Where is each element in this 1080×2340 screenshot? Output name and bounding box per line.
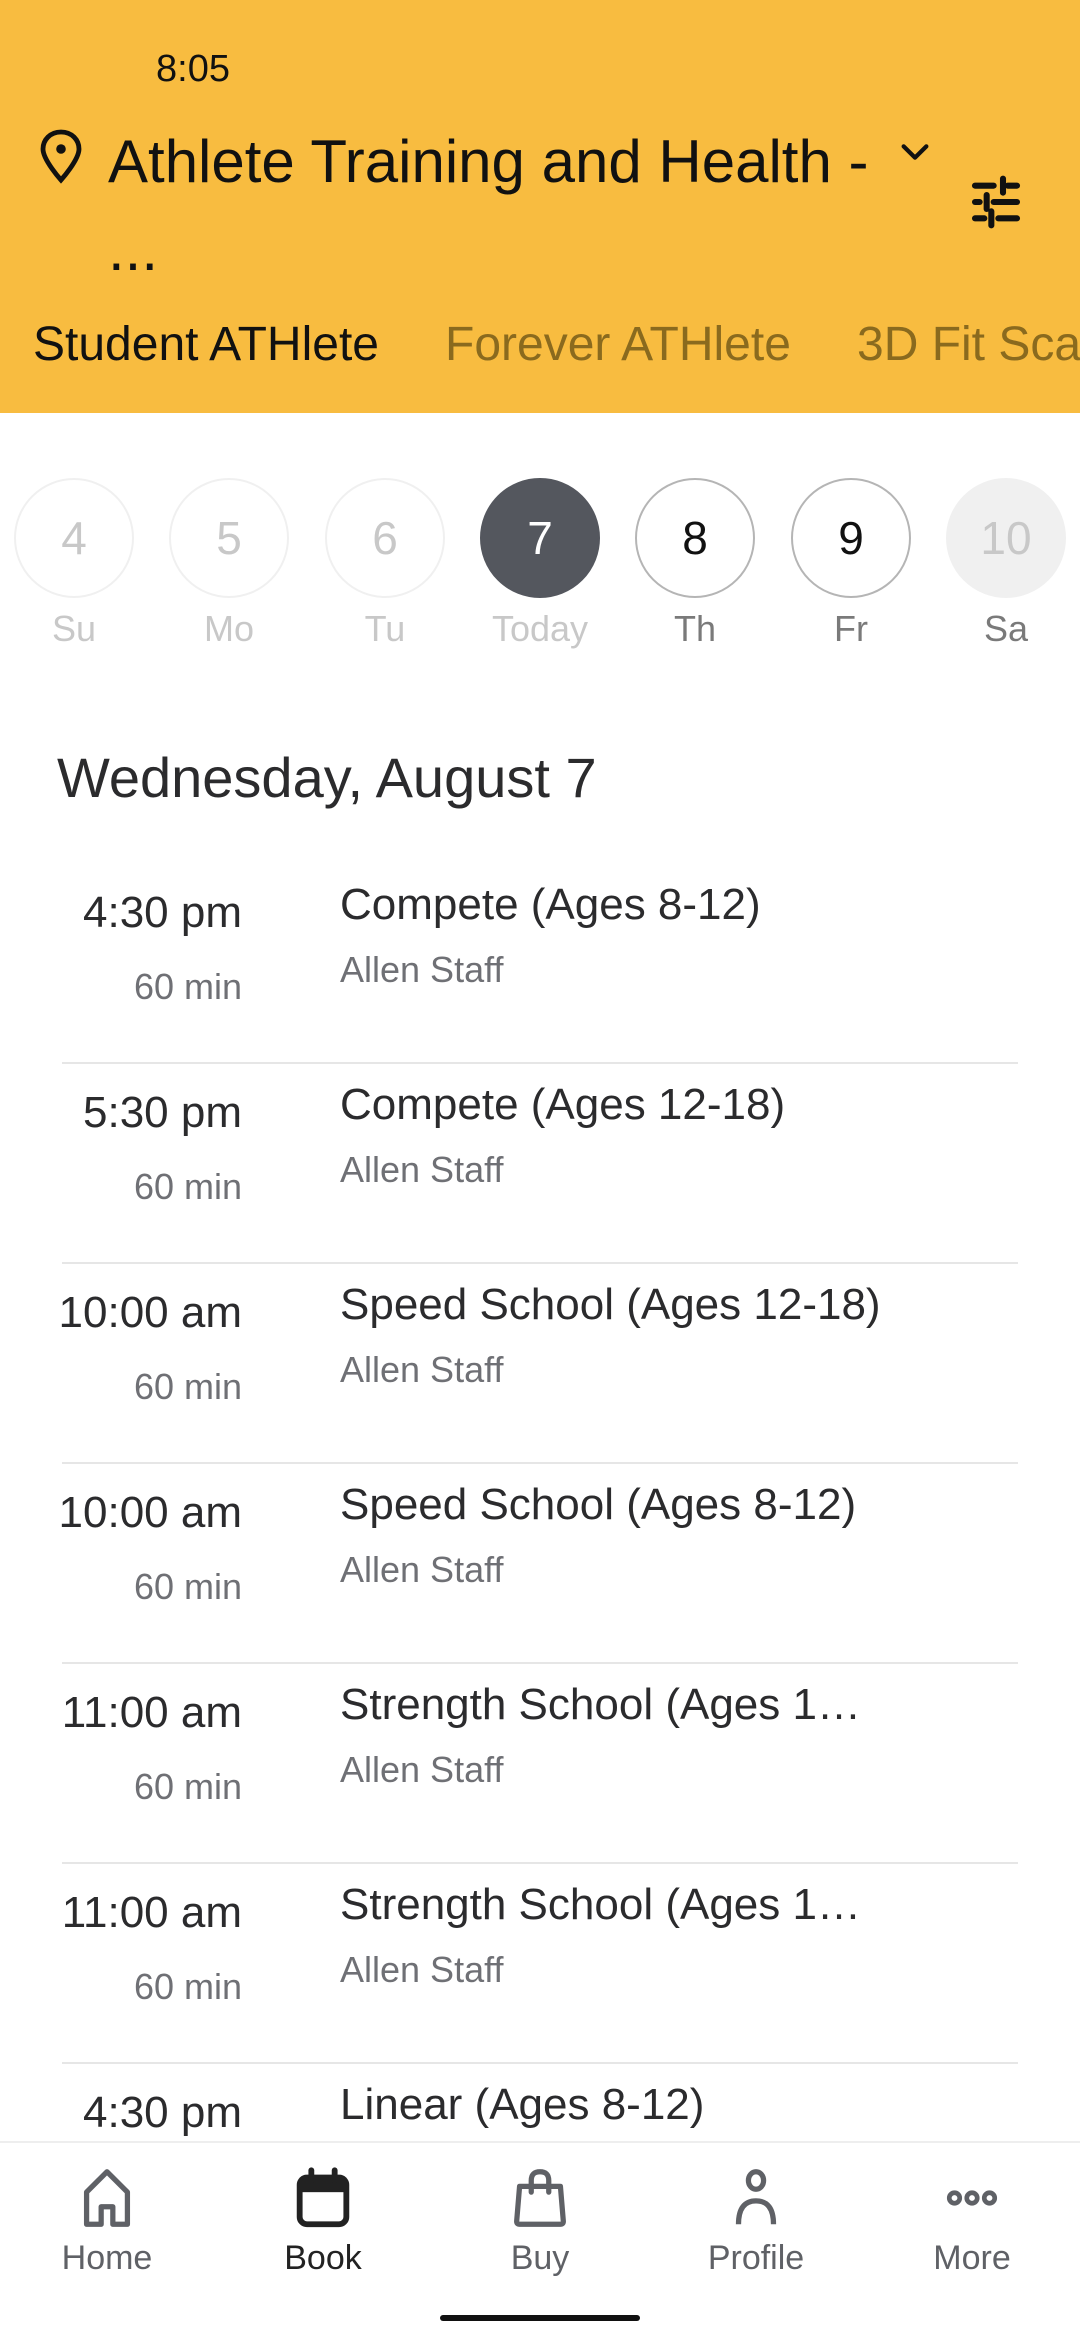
nav-label: More xyxy=(933,2239,1011,2277)
day-label: Su xyxy=(51,608,97,649)
class-row[interactable]: 10:00 am 60 min Speed School (Ages 8-12)… xyxy=(0,1464,1080,1664)
nav-home[interactable]: Home xyxy=(27,2163,187,2278)
selected-date-heading: Wednesday, August 7 xyxy=(57,746,597,809)
class-duration: 60 min xyxy=(133,1966,242,2007)
shopping-bag-icon xyxy=(514,2169,566,2227)
class-staff: Allen Staff xyxy=(340,1749,504,1790)
day-number: 7 xyxy=(480,478,600,598)
tab-student-athlete[interactable]: Student ATHlete xyxy=(33,310,379,380)
day-4[interactable]: 4 Su xyxy=(14,478,134,650)
day-label: Today xyxy=(491,608,589,649)
nav-book[interactable]: Book xyxy=(243,2163,403,2278)
location-selector[interactable]: Athlete Training and Health - ... xyxy=(108,118,888,294)
day-9[interactable]: 9 Fr xyxy=(791,478,911,650)
day-7-today[interactable]: 7 Today xyxy=(480,478,600,650)
class-time: 4:30 pm xyxy=(83,888,242,937)
nav-more[interactable]: More xyxy=(892,2163,1052,2278)
class-staff: Allen Staff xyxy=(340,1949,504,1990)
day-number: 10 xyxy=(946,478,1066,598)
class-staff: Allen Staff xyxy=(340,1149,504,1190)
class-row[interactable]: 4:30 pm 60 min Compete (Ages 8-12) Allen… xyxy=(0,864,1080,1064)
nav-label: Home xyxy=(61,2239,153,2277)
status-bar-time: 8:05 xyxy=(156,48,230,90)
day-label: Sa xyxy=(983,608,1029,649)
week-day-picker: 4 Su 5 Mo 6 Tu 7 Today 8 Th 9 Fr 10 Sa xyxy=(0,478,1080,658)
class-staff: Allen Staff xyxy=(340,949,504,990)
day-6[interactable]: 6 Tu xyxy=(325,478,445,650)
class-staff: Allen Staff xyxy=(340,1549,504,1590)
home-icon xyxy=(83,2169,131,2227)
day-number: 9 xyxy=(791,478,911,598)
day-8[interactable]: 8 Th xyxy=(635,478,755,650)
nav-label: Buy xyxy=(510,2239,570,2277)
class-time: 4:30 pm xyxy=(83,2088,242,2137)
nav-profile[interactable]: Profile xyxy=(676,2163,836,2278)
class-title: Compete (Ages 12-18) xyxy=(340,1080,786,1129)
bottom-navigation: Home Book Buy Profile More xyxy=(0,2141,1080,2340)
class-title: Speed School (Ages 8-12) xyxy=(340,1480,857,1529)
nav-buy[interactable]: Buy xyxy=(460,2163,620,2278)
nav-label: Profile xyxy=(707,2239,805,2277)
sliders-icon[interactable] xyxy=(968,174,1024,230)
day-5[interactable]: 5 Mo xyxy=(169,478,289,650)
more-dots-icon xyxy=(946,2190,998,2206)
class-time: 11:00 am xyxy=(61,1688,242,1737)
class-title: Strength School (Ages 1… xyxy=(340,1880,861,1929)
map-pin-icon xyxy=(40,129,82,184)
calendar-icon xyxy=(296,2167,350,2228)
class-time: 10:00 am xyxy=(58,1488,242,1537)
day-label: Fr xyxy=(834,608,868,649)
day-number: 8 xyxy=(635,478,755,598)
class-duration: 60 min xyxy=(133,1566,242,1607)
class-title: Strength School (Ages 1… xyxy=(340,1680,861,1729)
class-time: 10:00 am xyxy=(58,1288,242,1337)
day-number: 6 xyxy=(325,478,445,598)
class-duration: 60 min xyxy=(133,1166,242,1207)
class-row[interactable]: 11:00 am 60 min Strength School (Ages 1…… xyxy=(0,1664,1080,1864)
class-title: Compete (Ages 8-12) xyxy=(340,880,761,929)
chevron-down-icon[interactable] xyxy=(898,140,932,164)
day-label: Tu xyxy=(364,608,406,649)
day-label: Mo xyxy=(203,608,254,649)
nav-label: Book xyxy=(284,2239,362,2277)
class-row[interactable]: 10:00 am 60 min Speed School (Ages 12-18… xyxy=(0,1264,1080,1464)
class-time: 11:00 am xyxy=(61,1888,242,1937)
class-duration: 60 min xyxy=(133,1766,242,1807)
class-duration: 60 min xyxy=(133,966,242,1007)
tab-forever-athlete[interactable]: Forever ATHlete xyxy=(445,310,791,380)
class-time: 5:30 pm xyxy=(83,1088,242,1137)
tab-3d-fit-scan[interactable]: 3D Fit Sca xyxy=(857,310,1080,380)
class-title: Linear (Ages 8-12) xyxy=(340,2080,705,2129)
home-indicator[interactable] xyxy=(440,2315,640,2321)
day-number: 4 xyxy=(14,478,134,598)
day-10[interactable]: 10 Sa xyxy=(946,478,1066,650)
class-row[interactable]: 11:00 am 60 min Strength School (Ages 1…… xyxy=(0,1864,1080,2064)
day-label: Th xyxy=(673,608,716,649)
class-title: Speed School (Ages 12-18) xyxy=(340,1280,881,1329)
class-duration: 60 min xyxy=(133,1366,242,1407)
person-icon xyxy=(735,2169,777,2225)
class-list: 4:30 pm 60 min Compete (Ages 8-12) Allen… xyxy=(0,864,1080,2264)
class-row[interactable]: 5:30 pm 60 min Compete (Ages 12-18) Alle… xyxy=(0,1064,1080,1264)
category-tabs: Student ATHlete Forever ATHlete 3D Fit S… xyxy=(0,310,1080,380)
app-header: 8:05 Athlete Training and Health - ... S… xyxy=(0,0,1080,413)
day-number: 5 xyxy=(169,478,289,598)
class-staff: Allen Staff xyxy=(340,1349,504,1390)
